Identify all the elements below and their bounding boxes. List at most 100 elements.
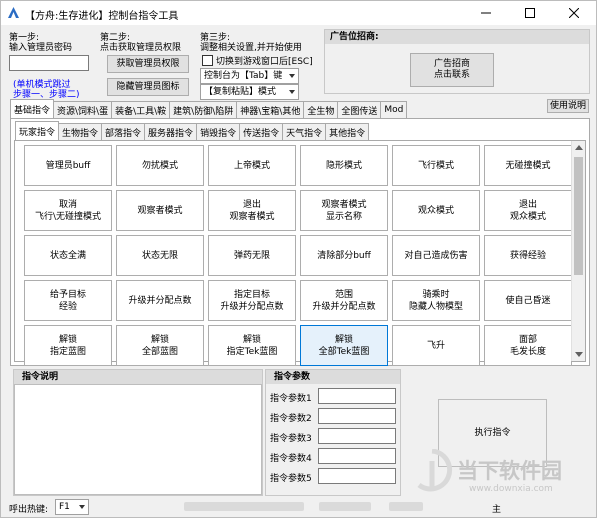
chevron-down-icon xyxy=(289,90,295,94)
command-button[interactable]: 状态无限 xyxy=(116,235,204,276)
ad-contact-button[interactable]: 广告招商 点击联系 xyxy=(410,53,494,87)
app-window: 【方舟:生存进化】控制台指令工具 第一步: 输入管理员密码 (单机模式跳过 步骤… xyxy=(0,0,597,518)
command-button[interactable]: 勿扰模式 xyxy=(116,145,204,186)
command-button[interactable]: 面部 毛发长度 xyxy=(484,325,572,366)
paste-mode-select[interactable]: 【复制粘贴】模式 xyxy=(200,84,299,100)
param-input-4[interactable] xyxy=(318,448,396,464)
command-button[interactable]: 飞升 xyxy=(392,325,480,366)
explain-title: 指令说明 xyxy=(14,370,262,384)
hotkey-value: F1 xyxy=(59,502,70,512)
command-button[interactable]: 观察者模式 xyxy=(116,190,204,231)
command-button[interactable]: 退出 观察者模式 xyxy=(208,190,296,231)
param-input-3[interactable] xyxy=(318,428,396,444)
main-tab[interactable]: 资源\饲料\蛋 xyxy=(53,101,113,118)
main-tab[interactable]: 建筑\防御\陷阱 xyxy=(169,101,238,118)
sub-tab[interactable]: 部落指令 xyxy=(101,123,146,140)
blurred-footer-text xyxy=(319,502,371,511)
param-label: 指令参数1 xyxy=(270,394,312,404)
scroll-down-icon[interactable] xyxy=(575,352,583,357)
help-button[interactable]: 使用说明 xyxy=(547,99,589,113)
blurred-footer-text xyxy=(184,502,304,511)
param-label: 指令参数4 xyxy=(270,454,312,464)
main-tab-bar: 基础指令 资源\饲料\蛋 装备\工具\鞍 建筑\防御\陷阱 神器\宝箱\其他 全生物 全图传… xyxy=(10,99,408,118)
ad-group: 广告位招商: 广告招商 点击联系 xyxy=(324,29,590,94)
minimize-button[interactable] xyxy=(464,1,508,25)
title-bar: 【方舟:生存进化】控制台指令工具 xyxy=(1,1,596,25)
close-icon xyxy=(569,8,579,18)
sub-tab[interactable]: 玩家指令 xyxy=(15,121,60,140)
watermark-logo-icon xyxy=(417,449,453,492)
console-key-select[interactable]: 控制台为【Tab】键 xyxy=(200,68,299,84)
sub-tab[interactable]: 传送指令 xyxy=(239,123,284,140)
param-label: 指令参数2 xyxy=(270,414,312,424)
hide-admin-icon-button[interactable]: 隐藏管理员图标 xyxy=(107,78,189,96)
command-button[interactable]: 骑乘时 隐藏人物模型 xyxy=(392,280,480,321)
close-button[interactable] xyxy=(552,1,596,25)
sub-tab[interactable]: 服务器指令 xyxy=(144,123,198,140)
main-tab[interactable]: 全生物 xyxy=(303,101,339,118)
esc-checkbox-label: 切换到游戏窗口后[ESC] xyxy=(216,57,313,67)
step2-desc: 点击获取管理员权限 xyxy=(100,43,182,53)
command-button[interactable]: 观众模式 xyxy=(392,190,480,231)
command-button[interactable]: 指定目标 升级并分配点数 xyxy=(208,280,296,321)
command-button[interactable]: 使自己昏迷 xyxy=(484,280,572,321)
command-button[interactable]: 取消 飞行\无碰撞模式 xyxy=(24,190,112,231)
main-tab-panel: 玩家指令 生物指令 部落指令 服务器指令 销毁指令 传送指令 天气指令 其他指令 管理员buf… xyxy=(10,118,590,366)
minimize-icon xyxy=(481,12,491,14)
paste-mode-value: 【复制粘贴】模式 xyxy=(204,87,277,97)
esc-checkbox[interactable] xyxy=(202,55,213,66)
scrollbar-thumb[interactable] xyxy=(574,157,583,275)
main-tab[interactable]: 装备\工具\鞍 xyxy=(111,101,171,118)
window-title: 【方舟:生存进化】控制台指令工具 xyxy=(25,11,179,22)
main-tab[interactable]: 全图传送 xyxy=(337,101,382,118)
command-button[interactable]: 管理员buff xyxy=(24,145,112,186)
command-button[interactable]: 上帝模式 xyxy=(208,145,296,186)
sub-tab[interactable]: 销毁指令 xyxy=(196,123,241,140)
scrollbar[interactable] xyxy=(571,141,585,361)
command-button[interactable]: 飞行模式 xyxy=(392,145,480,186)
get-admin-button[interactable]: 获取管理员权限 xyxy=(107,55,189,73)
command-button[interactable]: 隐形模式 xyxy=(300,145,388,186)
command-button[interactable]: 解锁 指定Tek蓝图 xyxy=(208,325,296,366)
command-button[interactable]: 观察者模式 显示名称 xyxy=(300,190,388,231)
main-tab[interactable]: 基础指令 xyxy=(10,99,55,118)
scroll-up-icon[interactable] xyxy=(575,145,583,150)
command-button[interactable]: 清除部分buff xyxy=(300,235,388,276)
sub-tab-bar: 玩家指令 生物指令 部落指令 服务器指令 销毁指令 传送指令 天气指令 其他指令 xyxy=(15,121,370,140)
hotkey-label: 呼出热键: xyxy=(9,505,49,515)
sub-tab[interactable]: 生物指令 xyxy=(58,123,103,140)
esc-checkbox-row[interactable]: 切换到游戏窗口后[ESC] xyxy=(202,54,313,67)
watermark-text: 当下软件园 xyxy=(457,459,562,483)
step3-desc: 调整相关设置,并开始使用 xyxy=(200,43,302,53)
blurred-footer-text xyxy=(389,502,423,511)
sub-tab[interactable]: 其他指令 xyxy=(325,123,370,140)
command-button[interactable]: 升级并分配点数 xyxy=(116,280,204,321)
explain-textarea[interactable] xyxy=(14,384,262,495)
command-button[interactable]: 解锁 全部Tek蓝图 xyxy=(300,325,388,366)
command-button[interactable]: 退出 观众模式 xyxy=(484,190,572,231)
param-label: 指令参数5 xyxy=(270,474,312,484)
maximize-button[interactable] xyxy=(508,1,552,25)
step1-desc: 输入管理员密码 xyxy=(9,43,73,53)
command-button[interactable]: 无碰撞模式 xyxy=(484,145,572,186)
command-button[interactable]: 对自己造成伤害 xyxy=(392,235,480,276)
hotkey-select[interactable]: F1 xyxy=(55,499,89,515)
command-button[interactable]: 获得经验 xyxy=(484,235,572,276)
command-button[interactable]: 状态全满 xyxy=(24,235,112,276)
command-button[interactable]: 解锁 指定蓝图 xyxy=(24,325,112,366)
main-tab[interactable]: Mod xyxy=(380,101,408,118)
admin-password-input[interactable] xyxy=(9,55,89,71)
command-button[interactable]: 弹药无限 xyxy=(208,235,296,276)
app-icon xyxy=(8,7,19,18)
param-input-5[interactable] xyxy=(318,468,396,484)
sub-tab[interactable]: 天气指令 xyxy=(282,123,327,140)
param-input-2[interactable] xyxy=(318,408,396,424)
params-title: 指令参数 xyxy=(266,370,400,384)
chevron-down-icon xyxy=(79,505,85,509)
param-input-1[interactable] xyxy=(318,388,396,404)
ad-title: 广告位招商: xyxy=(325,30,589,44)
command-button[interactable]: 解锁 全部蓝图 xyxy=(116,325,204,366)
main-tab[interactable]: 神器\宝箱\其他 xyxy=(236,101,305,118)
command-button[interactable]: 给予目标 经验 xyxy=(24,280,112,321)
command-button[interactable]: 范围 升级并分配点数 xyxy=(300,280,388,321)
